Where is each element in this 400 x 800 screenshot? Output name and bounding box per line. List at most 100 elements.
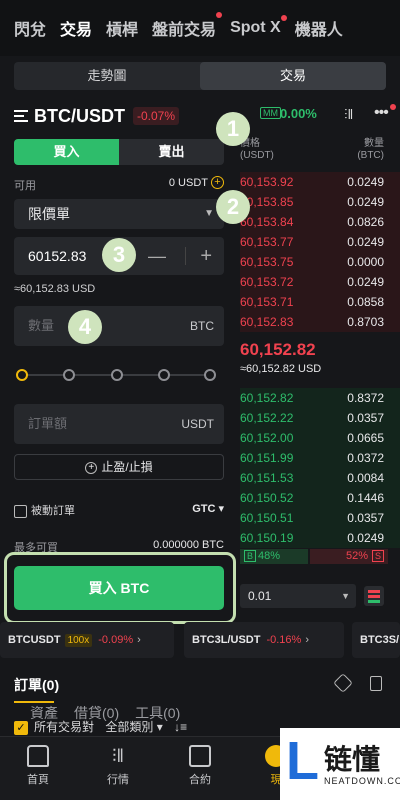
chart-view-button[interactable]: 走勢圖 — [14, 62, 200, 90]
tab-trade[interactable]: 交易 — [60, 16, 92, 40]
candlestick-icon[interactable]: ⫶‖ — [344, 106, 353, 123]
ticker-card[interactable]: BTC3S/ — [352, 622, 400, 658]
mm-percent: 0.00% — [280, 106, 317, 121]
ticker-card[interactable]: BTCUSDT 100x -0.09% › — [0, 622, 174, 658]
price-decrement-button[interactable]: — — [148, 237, 166, 275]
view-toggle: 走勢圖 交易 — [14, 62, 386, 90]
history-doc-icon[interactable] — [370, 676, 382, 691]
bid-row[interactable]: 60,151.53 0.0084 — [240, 468, 400, 488]
ticker-leverage: 100x — [64, 634, 93, 647]
quantity-placeholder: 數量 — [28, 318, 55, 333]
watermark-url: NEATDOWN.COM — [324, 776, 400, 786]
tab-bot[interactable]: 機器人 — [295, 16, 343, 40]
tab-margin[interactable]: 槓桿 — [106, 16, 138, 40]
ask-qty: 0.0249 — [347, 275, 384, 289]
sort-icon[interactable]: ↓≡ — [174, 720, 187, 734]
pair-change: -0.07% — [133, 107, 180, 125]
watermark-mark: L — [286, 731, 319, 791]
orderbook-header: 價格 (USDT) 數量 (BTC) — [240, 138, 390, 162]
annotation-badge-3: 3 — [102, 238, 136, 272]
ask-price: 60,153.71 — [240, 295, 294, 309]
orderbook-layout-icon[interactable] — [364, 586, 384, 606]
ask-row[interactable]: 60,153.85 0.0249 — [240, 192, 400, 212]
ask-qty: 0.0249 — [347, 175, 384, 189]
sell-tab[interactable]: 賣出 — [119, 139, 224, 165]
category-select[interactable]: 全部類別 ▾ — [105, 720, 162, 734]
order-type-value: 限價單 — [28, 206, 70, 222]
tab-premarket[interactable]: 盤前交易 — [152, 12, 223, 40]
ask-row[interactable]: 60,153.84 0.0826 — [240, 212, 400, 232]
nav-futures[interactable]: 合約 — [172, 745, 228, 787]
buy-btc-button[interactable]: 買入 BTC — [14, 566, 224, 610]
notify-dot — [216, 12, 223, 18]
contract-icon — [189, 745, 211, 767]
bid-price: 60,151.99 — [240, 451, 294, 465]
available-row: 可用 0 USDT + — [14, 176, 224, 193]
depth-select[interactable]: 0.01 ▼ — [240, 584, 356, 608]
ask-qty: 0.8703 — [347, 315, 384, 329]
qty-header[interactable]: 數量 (BTC) — [357, 138, 384, 162]
tab-orders[interactable]: 訂單(0) — [14, 677, 386, 703]
divider — [185, 247, 186, 265]
tab-swap[interactable]: 閃兌 — [14, 16, 46, 40]
bid-qty: 0.8372 — [347, 391, 384, 405]
tpsl-label: 止盈/止損 — [101, 460, 153, 474]
ask-row[interactable]: 60,153.71 0.0858 — [240, 292, 400, 312]
slider-knob-75[interactable] — [158, 369, 170, 381]
annotation-badge-2: 2 — [216, 190, 250, 224]
candlestick-icon: ⫶‖ — [112, 746, 124, 766]
ticker-change: -0.09% — [98, 634, 134, 646]
bid-row[interactable]: 60,150.52 0.1446 — [240, 488, 400, 508]
more-icon[interactable]: ••• — [374, 104, 389, 122]
all-pairs-checkbox[interactable]: ✓ — [14, 720, 28, 735]
ask-row[interactable]: 60,153.75 0.0000 — [240, 252, 400, 272]
ask-price: 60,152.83 — [240, 315, 294, 329]
ask-row[interactable]: 60,153.72 0.0249 — [240, 272, 400, 292]
bid-row[interactable]: 60,151.99 0.0372 — [240, 448, 400, 468]
ask-row[interactable]: 60,153.92 0.0249 — [240, 172, 400, 192]
buy-ratio-value: 48% — [258, 550, 281, 562]
buy-tab[interactable]: 買入 — [14, 139, 119, 165]
slider-knob-100[interactable] — [204, 369, 216, 381]
deposit-plus-icon[interactable]: + — [211, 176, 224, 189]
menu-icon[interactable] — [14, 110, 28, 122]
price-usd-approx: ≈60,152.83 USD — [14, 283, 96, 295]
ticker-card[interactable]: BTC3L/USDT -0.16% › — [184, 622, 344, 658]
tpsl-button[interactable]: + 止盈/止損 — [14, 454, 224, 480]
order-amount-input[interactable]: 訂單額 USDT — [14, 404, 224, 444]
trade-view-button[interactable]: 交易 — [200, 62, 386, 90]
time-in-force-select[interactable]: GTC ▾ — [192, 502, 224, 515]
order-type-select[interactable]: 限價單 ▼ — [14, 199, 224, 229]
notify-dot — [280, 15, 287, 21]
bid-row[interactable]: 60,150.19 0.0249 — [240, 528, 400, 548]
amount-placeholder: 訂單額 — [28, 416, 68, 431]
ask-row[interactable]: 60,152.83 0.8703 — [240, 312, 400, 332]
bid-price: 60,152.22 — [240, 411, 294, 425]
slider-knob-0[interactable] — [16, 369, 28, 381]
ask-row[interactable]: 60,153.77 0.0249 — [240, 232, 400, 252]
side-tabs: 買入 賣出 — [14, 139, 224, 165]
annotation-badge-4: 4 — [68, 310, 102, 344]
nav-markets[interactable]: ⫶‖ 行情 — [90, 745, 146, 787]
ask-qty: 0.0249 — [347, 195, 384, 209]
tab-spotx[interactable]: Spot X — [230, 15, 287, 37]
bid-row[interactable]: 60,152.22 0.0357 — [240, 408, 400, 428]
bid-row[interactable]: 60,152.00 0.0665 — [240, 428, 400, 448]
bid-qty: 0.0084 — [347, 471, 384, 485]
plus-circle-icon: + — [85, 461, 98, 474]
quantity-input[interactable]: 數量 BTC — [14, 306, 224, 346]
nav-home[interactable]: 首頁 — [10, 745, 66, 787]
bid-row[interactable]: 60,152.82 0.8372 — [240, 388, 400, 408]
bid-price: 60,150.52 — [240, 491, 294, 505]
slider-knob-50[interactable] — [111, 369, 123, 381]
bid-row[interactable]: 60,150.51 0.0357 — [240, 508, 400, 528]
ask-price: 60,153.77 — [240, 235, 294, 249]
price-value: 60152.83 — [28, 248, 87, 264]
slider-knob-25[interactable] — [63, 369, 75, 381]
passive-checkbox[interactable] — [14, 504, 27, 518]
ask-qty: 0.0826 — [347, 215, 384, 229]
percent-slider[interactable] — [16, 368, 216, 382]
price-increment-button[interactable]: + — [200, 237, 212, 275]
bid-qty: 0.1446 — [347, 491, 384, 505]
pair-symbol[interactable]: BTC/USDT — [34, 106, 125, 127]
